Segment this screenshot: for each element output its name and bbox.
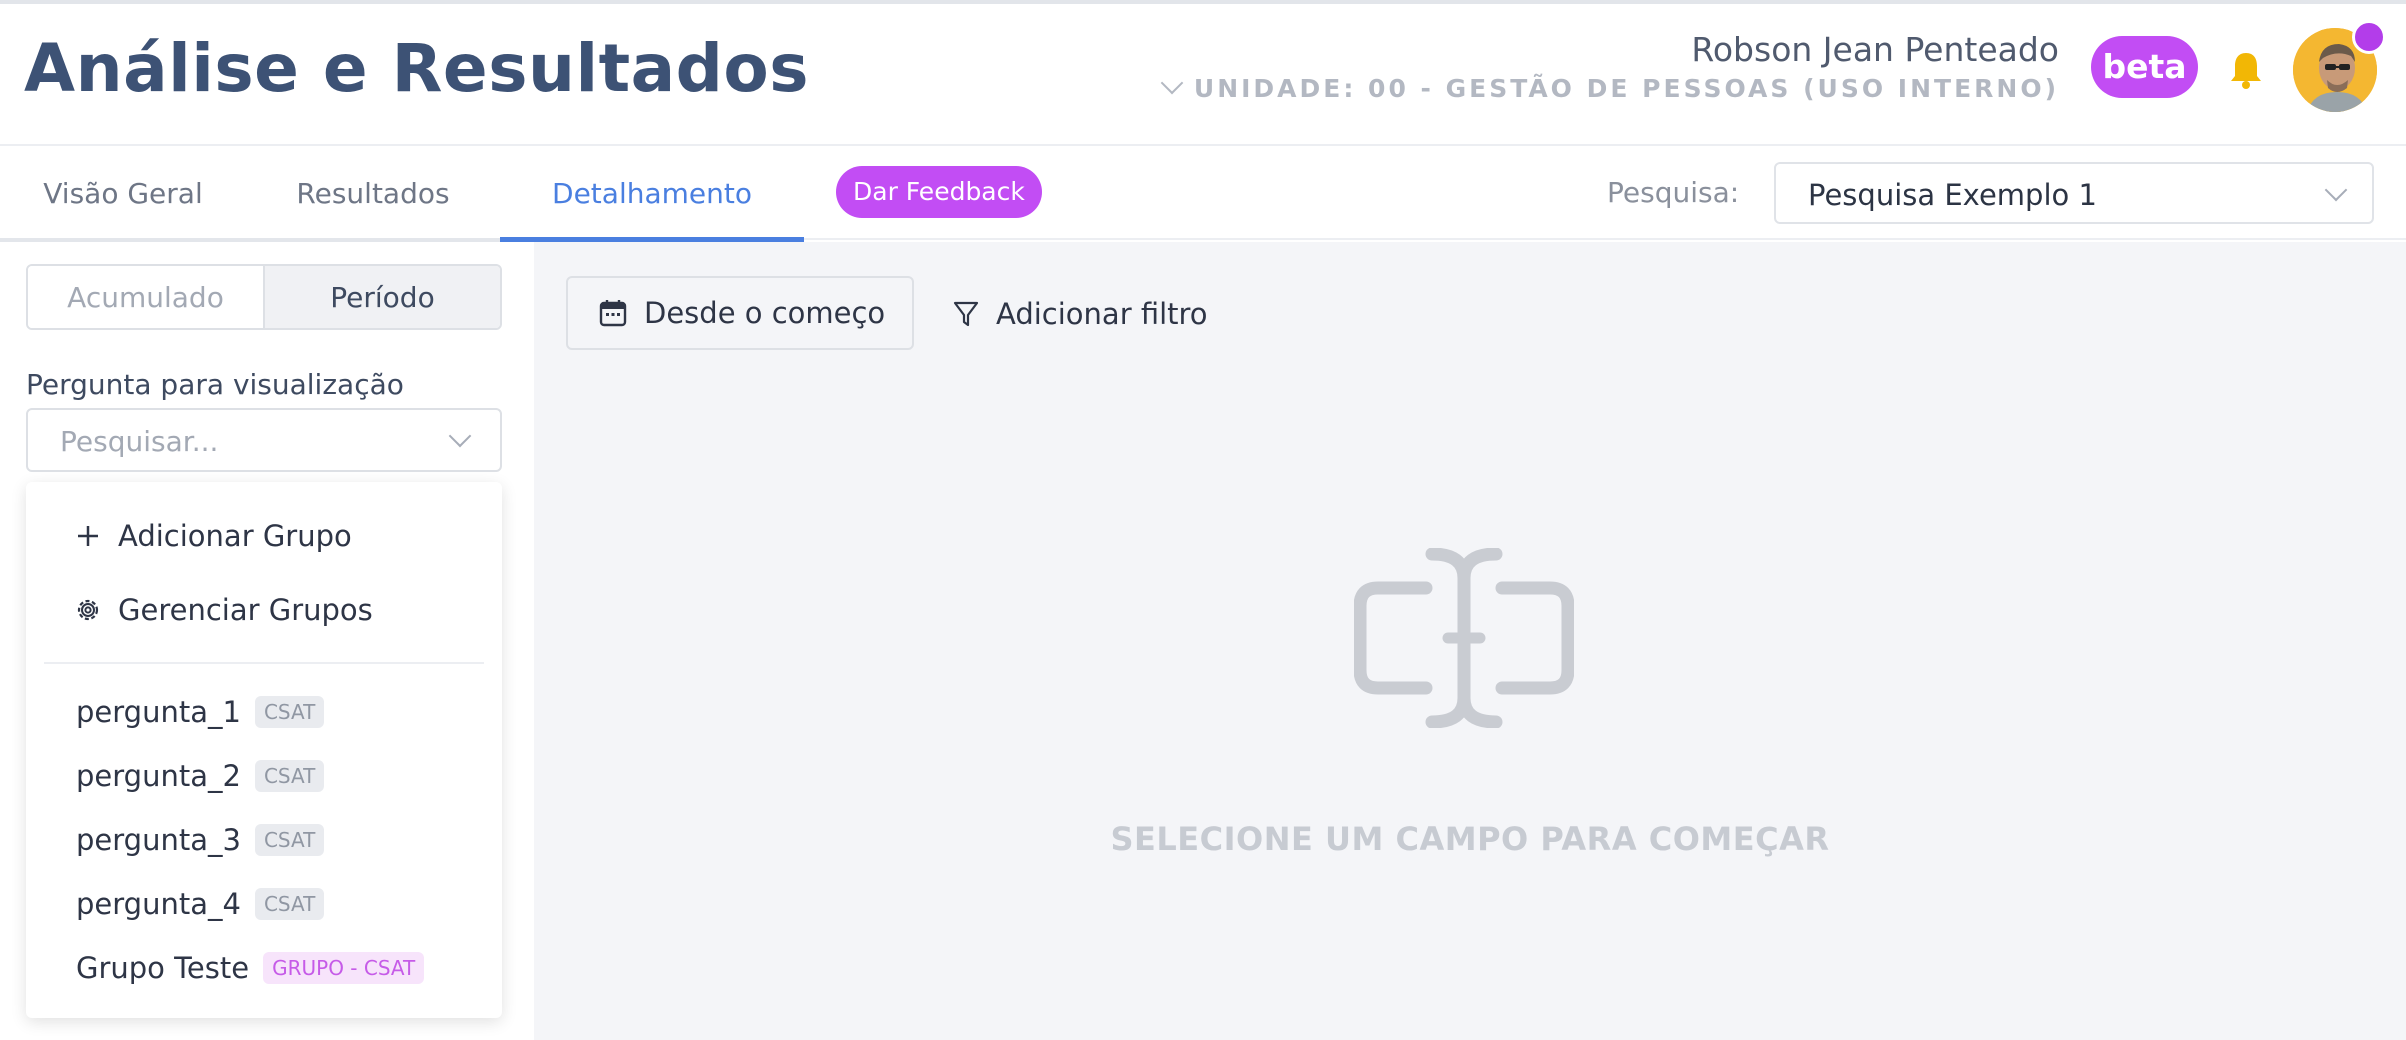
plus-icon (78, 526, 98, 546)
question-option-pergunta-3[interactable]: pergunta_3 CSAT (76, 820, 325, 860)
tab-bar: Visão Geral Resultados Detalhamento Dar … (0, 146, 2406, 242)
calendar-icon (599, 300, 627, 327)
tab-label: Visão Geral (43, 176, 203, 210)
add-group-button[interactable]: Adicionar Grupo (74, 516, 352, 556)
question-select[interactable]: Pesquisar... (26, 408, 502, 472)
question-option-pergunta-2[interactable]: pergunta_2 CSAT (76, 756, 325, 796)
filter-icon (953, 301, 979, 327)
option-type-badge: CSAT (254, 760, 325, 792)
question-option-grupo-teste[interactable]: Grupo Teste GRUPO - CSAT (76, 948, 425, 988)
add-filter-button[interactable]: Adicionar filtro (952, 292, 1208, 336)
segment-acumulado[interactable]: Acumulado (28, 266, 263, 328)
option-label: pergunta_1 (76, 695, 241, 729)
option-type-badge: GRUPO - CSAT (263, 952, 425, 984)
text-cursor-field-icon (1354, 548, 1574, 728)
question-placeholder: Pesquisar... (60, 425, 219, 458)
survey-select[interactable]: Pesquisa Exemplo 1 (1774, 162, 2374, 224)
question-label: Pergunta para visualização (26, 368, 404, 401)
option-label: pergunta_2 (76, 759, 241, 793)
tab-resultados[interactable]: Resultados (246, 146, 500, 242)
sidebar: Acumulado Período Pergunta para visualiz… (0, 242, 534, 1040)
bell-icon[interactable] (2229, 50, 2263, 90)
chevron-down-icon (2324, 178, 2348, 202)
beta-badge: beta (2091, 36, 2198, 98)
user-name[interactable]: Robson Jean Penteado (1691, 30, 2059, 69)
main-content: Desde o começo Adicionar filtro SELECION… (534, 242, 2406, 1040)
option-type-badge: CSAT (254, 888, 325, 920)
survey-selected-value: Pesquisa Exemplo 1 (1808, 178, 2097, 212)
chevron-down-icon (448, 424, 472, 448)
tab-label: Detalhamento (552, 176, 752, 210)
dropdown-divider (44, 662, 484, 664)
feedback-button[interactable]: Dar Feedback (836, 166, 1042, 218)
question-option-pergunta-4[interactable]: pergunta_4 CSAT (76, 884, 325, 924)
survey-label: Pesquisa: (1607, 176, 1740, 209)
unit-label: UNIDADE: 00 - GESTÃO DE PESSOAS (USO INT… (1193, 74, 2059, 103)
option-type-badge: CSAT (254, 824, 325, 856)
question-dropdown: Adicionar Grupo Gerenciar Grupos pergunt… (26, 482, 502, 1018)
add-filter-label: Adicionar filtro (996, 297, 1208, 331)
tab-label: Resultados (296, 176, 450, 210)
tab-detalhamento[interactable]: Detalhamento (500, 146, 804, 242)
app-header: Análise e Resultados Robson Jean Pentead… (0, 4, 2406, 146)
add-group-label: Adicionar Grupo (118, 519, 352, 553)
notification-dot (2352, 20, 2386, 54)
question-option-pergunta-1[interactable]: pergunta_1 CSAT (76, 692, 325, 732)
gear-icon (77, 599, 99, 621)
period-toggle: Acumulado Período (26, 264, 502, 330)
page-title: Análise e Resultados (24, 30, 810, 107)
manage-groups-button[interactable]: Gerenciar Grupos (74, 590, 373, 630)
option-label: pergunta_3 (76, 823, 241, 857)
empty-state-message: SELECIONE UM CAMPO PARA COMEÇAR (1110, 820, 1830, 858)
option-label: pergunta_4 (76, 887, 241, 921)
tab-visao-geral[interactable]: Visão Geral (0, 146, 246, 242)
chevron-down-icon (1160, 71, 1184, 95)
date-range-button[interactable]: Desde o começo (566, 276, 914, 350)
date-range-label: Desde o começo (644, 296, 886, 330)
segment-periodo[interactable]: Período (263, 266, 500, 328)
manage-groups-label: Gerenciar Grupos (118, 593, 373, 627)
unit-selector[interactable]: UNIDADE: 00 - GESTÃO DE PESSOAS (USO INT… (1160, 71, 2059, 103)
option-type-badge: CSAT (254, 696, 325, 728)
option-label: Grupo Teste (76, 951, 250, 985)
